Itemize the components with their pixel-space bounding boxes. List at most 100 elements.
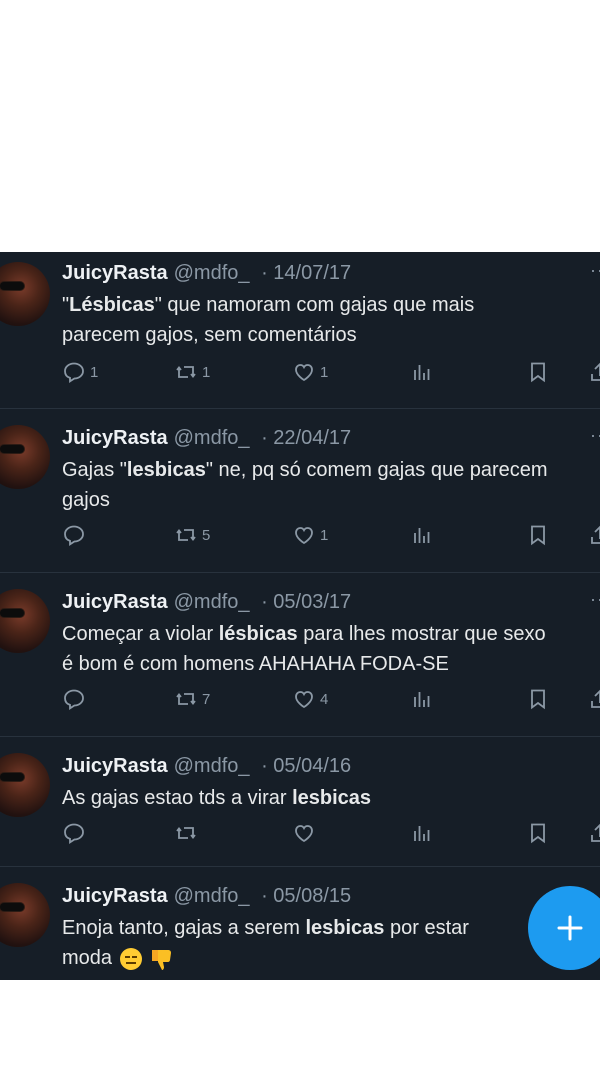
more-icon[interactable]: ·· xyxy=(590,260,600,281)
bookmark-button[interactable] xyxy=(526,821,550,845)
views-icon xyxy=(414,365,430,380)
share-button[interactable] xyxy=(588,523,600,547)
share-button[interactable] xyxy=(588,360,600,384)
share-icon xyxy=(591,362,600,381)
views-icon xyxy=(414,528,430,543)
display-name[interactable]: JuicyRasta xyxy=(62,591,168,613)
tweet[interactable]: JuicyRasta @mdfo_ · 05/04/16 As gajas est… xyxy=(0,737,600,867)
heart-icon xyxy=(295,825,313,843)
more-icon[interactable]: ·· xyxy=(590,425,600,446)
tweet-date[interactable]: · 05/03/17 xyxy=(261,591,351,613)
text-line: gajos xyxy=(62,489,110,511)
display-name[interactable]: JuicyRasta xyxy=(62,427,168,449)
tweet-actions xyxy=(62,821,600,849)
retweet-icon xyxy=(176,693,196,705)
reply-icon xyxy=(64,689,84,710)
retweet-icon xyxy=(176,529,196,541)
reply-icon xyxy=(64,525,84,546)
more-icon[interactable]: ·· xyxy=(590,589,600,610)
plus-icon xyxy=(557,915,583,941)
like-button[interactable] xyxy=(292,821,316,845)
text-segment: " que namoram com gajas que mais xyxy=(154,294,475,316)
expressionless-face-emoji xyxy=(119,947,142,970)
retweet-button[interactable] xyxy=(174,821,198,845)
retweet-count: 1 xyxy=(202,363,211,381)
thumbs-down-emoji xyxy=(152,949,172,970)
like-button[interactable]: 1 xyxy=(292,523,328,547)
retweet-icon xyxy=(176,366,196,378)
bookmark-button[interactable] xyxy=(526,687,550,711)
tweet-date[interactable]: · 05/08/15 xyxy=(261,885,351,907)
views-button[interactable] xyxy=(410,687,434,711)
views-button[interactable] xyxy=(410,821,434,845)
share-icon xyxy=(591,525,600,544)
like-count: 1 xyxy=(320,526,329,544)
bookmark-button[interactable] xyxy=(526,360,550,384)
retweet-count: 5 xyxy=(202,526,211,544)
avatar[interactable] xyxy=(0,883,50,947)
tweet-date[interactable]: · 22/04/17 xyxy=(261,427,351,449)
text-segment: para lhes mostrar que sexo xyxy=(297,623,546,645)
reply-icon xyxy=(64,362,84,383)
retweet-button[interactable]: 1 xyxy=(174,360,210,384)
tweet-header: JuicyRasta @mdfo_ · 05/03/17 xyxy=(62,589,351,615)
text-segment: por estar xyxy=(384,917,469,939)
tweet-date[interactable]: · 14/07/17 xyxy=(261,262,351,284)
tweet-date[interactable]: · 05/04/16 xyxy=(261,755,351,777)
like-button[interactable]: 1 xyxy=(292,360,328,384)
tweet-header: JuicyRasta @mdfo_ · 05/08/15 xyxy=(62,883,351,909)
handle[interactable]: @mdfo_ xyxy=(174,262,250,284)
reply-button[interactable] xyxy=(62,523,90,547)
display-name[interactable]: JuicyRasta xyxy=(62,755,168,777)
tweet[interactable]: JuicyRasta @mdfo_ · 14/07/17 "Lésbicas" q… xyxy=(0,252,600,409)
tweet-actions: 1 1 1 xyxy=(62,360,600,388)
reply-count: 1 xyxy=(90,363,99,381)
timeline: JuicyRasta @mdfo_ · 14/07/17 "Lésbicas" q… xyxy=(0,252,600,980)
reply-button[interactable]: 1 xyxy=(62,360,98,384)
tweet-text: Gajas "lesbicas" ne, pq só comem gajas q… xyxy=(62,455,600,515)
text-line: é bom é com homens AHAHAHA FODA-SE xyxy=(62,653,449,675)
tweet-text: Enoja tanto, gajas a serem lesbicas por … xyxy=(62,913,600,973)
text-bold: lésbicas xyxy=(218,623,298,645)
tweet[interactable]: JuicyRasta @mdfo_ · 05/03/17 Começar a vi… xyxy=(0,573,600,737)
reply-button[interactable] xyxy=(62,821,86,845)
handle[interactable]: @mdfo_ xyxy=(174,885,250,907)
reply-button[interactable] xyxy=(62,687,90,711)
avatar[interactable] xyxy=(0,262,50,326)
text-bold: Lésbicas xyxy=(69,294,155,316)
text-segment: Começar a violar xyxy=(62,623,219,645)
text-line: moda xyxy=(62,947,113,969)
avatar[interactable] xyxy=(0,425,50,489)
retweet-button[interactable]: 5 xyxy=(174,523,210,547)
share-button[interactable] xyxy=(588,687,600,711)
views-button[interactable] xyxy=(410,360,434,384)
like-count: 1 xyxy=(320,363,329,381)
display-name[interactable]: JuicyRasta xyxy=(62,885,168,907)
text-line: parecem gajos, sem comentários xyxy=(62,324,357,346)
tweet-header: JuicyRasta @mdfo_ · 05/04/16 xyxy=(62,753,351,779)
avatar[interactable] xyxy=(0,753,50,817)
text-segment: As gajas estao tds a virar xyxy=(62,787,293,809)
views-icon xyxy=(414,692,430,707)
handle[interactable]: @mdfo_ xyxy=(174,427,250,449)
display-name[interactable]: JuicyRasta xyxy=(62,262,168,284)
retweet-button[interactable]: 7 xyxy=(174,687,210,711)
bookmark-button[interactable] xyxy=(526,523,550,547)
tweet[interactable]: JuicyRasta @mdfo_ · 05/08/15 Enoja tanto,… xyxy=(0,867,600,980)
text-bold: lesbicas xyxy=(305,917,385,939)
share-icon xyxy=(591,689,600,708)
handle[interactable]: @mdfo_ xyxy=(174,755,250,777)
heart-icon xyxy=(295,527,313,545)
avatar[interactable] xyxy=(0,589,50,653)
bookmark-icon xyxy=(531,362,545,383)
tweet-actions: 5 1 xyxy=(62,523,600,551)
handle[interactable]: @mdfo_ xyxy=(174,591,250,613)
views-button[interactable] xyxy=(410,523,434,547)
tweet-header: JuicyRasta @mdfo_ · 22/04/17 xyxy=(62,425,351,451)
bookmark-icon xyxy=(531,823,545,844)
bookmark-icon xyxy=(531,689,545,710)
share-button[interactable] xyxy=(588,821,600,845)
like-button[interactable]: 4 xyxy=(292,687,328,711)
share-icon xyxy=(591,823,600,842)
tweet[interactable]: JuicyRasta @mdfo_ · 22/04/17 Gajas "lesbi… xyxy=(0,409,600,573)
